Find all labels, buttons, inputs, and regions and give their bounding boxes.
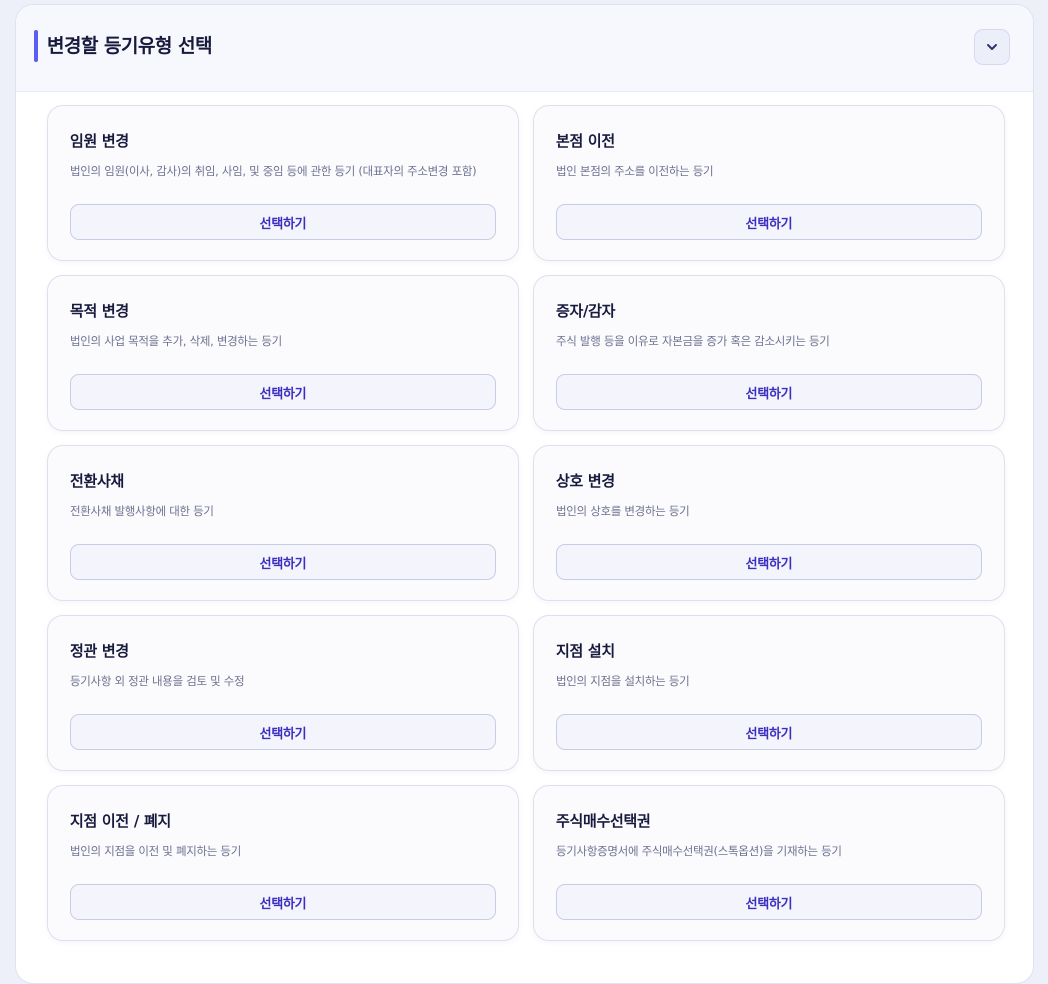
title-accent-bar — [34, 30, 38, 62]
type-card-branch-establishment: 지점 설치 법인의 지점을 설치하는 등기 선택하기 — [533, 615, 1005, 771]
type-card-head-office-relocation: 본점 이전 법인 본점의 주소를 이전하는 등기 선택하기 — [533, 105, 1005, 261]
type-card-officer-change: 임원 변경 법인의 임원(이사, 감사)의 취임, 사임, 및 중임 등에 관한… — [47, 105, 519, 261]
select-button[interactable]: 선택하기 — [556, 204, 982, 240]
registration-type-panel: 변경할 등기유형 선택 임원 변경 법인의 임원(이사, 감사)의 취임, 사임… — [15, 4, 1034, 984]
card-title: 주식매수선택권 — [556, 812, 651, 830]
card-description: 전환사채 발행사항에 대한 등기 — [70, 504, 214, 518]
card-title: 목적 변경 — [70, 302, 129, 320]
card-description: 등기사항 외 정관 내용을 검토 및 수정 — [70, 674, 245, 688]
type-card-stock-option: 주식매수선택권 등기사항증명서에 주식매수선택권(스톡옵션)을 기재하는 등기 … — [533, 785, 1005, 941]
select-button[interactable]: 선택하기 — [556, 374, 982, 410]
card-title: 전환사채 — [70, 472, 125, 490]
select-button[interactable]: 선택하기 — [70, 714, 496, 750]
select-button[interactable]: 선택하기 — [556, 544, 982, 580]
card-description: 법인의 사업 목적을 추가, 삭제, 변경하는 등기 — [70, 334, 282, 348]
select-button[interactable]: 선택하기 — [70, 544, 496, 580]
card-description: 법인 본점의 주소를 이전하는 등기 — [556, 164, 714, 178]
card-title: 지점 설치 — [556, 642, 615, 660]
select-button[interactable]: 선택하기 — [70, 884, 496, 920]
select-button[interactable]: 선택하기 — [70, 204, 496, 240]
card-title: 증자/감자 — [556, 302, 616, 320]
card-description: 주식 발행 등을 이유로 자본금을 증가 혹은 감소시키는 등기 — [556, 334, 830, 348]
type-card-trade-name-change: 상호 변경 법인의 상호를 변경하는 등기 선택하기 — [533, 445, 1005, 601]
type-card-purpose-change: 목적 변경 법인의 사업 목적을 추가, 삭제, 변경하는 등기 선택하기 — [47, 275, 519, 431]
card-title: 정관 변경 — [70, 642, 129, 660]
card-description: 법인의 지점을 설치하는 등기 — [556, 674, 690, 688]
card-title: 본점 이전 — [556, 132, 615, 150]
panel-header: 변경할 등기유형 선택 — [16, 5, 1033, 92]
select-button[interactable]: 선택하기 — [556, 714, 982, 750]
card-description: 법인의 임원(이사, 감사)의 취임, 사임, 및 중임 등에 관한 등기 (대… — [70, 164, 477, 178]
card-title: 상호 변경 — [556, 472, 615, 490]
card-description: 등기사항증명서에 주식매수선택권(스톡옵션)을 기재하는 등기 — [556, 844, 842, 858]
section-title: 변경할 등기유형 선택 — [47, 35, 213, 57]
chevron-down-icon — [987, 44, 997, 50]
card-title: 지점 이전 / 폐지 — [70, 812, 171, 830]
type-card-articles-change: 정관 변경 등기사항 외 정관 내용을 검토 및 수정 선택하기 — [47, 615, 519, 771]
registration-type-grid: 임원 변경 법인의 임원(이사, 감사)의 취임, 사임, 및 중임 등에 관한… — [47, 105, 1005, 941]
select-button[interactable]: 선택하기 — [70, 374, 496, 410]
type-card-branch-relocation-closure: 지점 이전 / 폐지 법인의 지점을 이전 및 폐지하는 등기 선택하기 — [47, 785, 519, 941]
type-card-convertible-bond: 전환사채 전환사채 발행사항에 대한 등기 선택하기 — [47, 445, 519, 601]
select-button[interactable]: 선택하기 — [556, 884, 982, 920]
type-card-capital-change: 증자/감자 주식 발행 등을 이유로 자본금을 증가 혹은 감소시키는 등기 선… — [533, 275, 1005, 431]
card-description: 법인의 지점을 이전 및 폐지하는 등기 — [70, 844, 241, 858]
card-title: 임원 변경 — [70, 132, 129, 150]
card-description: 법인의 상호를 변경하는 등기 — [556, 504, 690, 518]
collapse-button[interactable] — [974, 29, 1010, 65]
